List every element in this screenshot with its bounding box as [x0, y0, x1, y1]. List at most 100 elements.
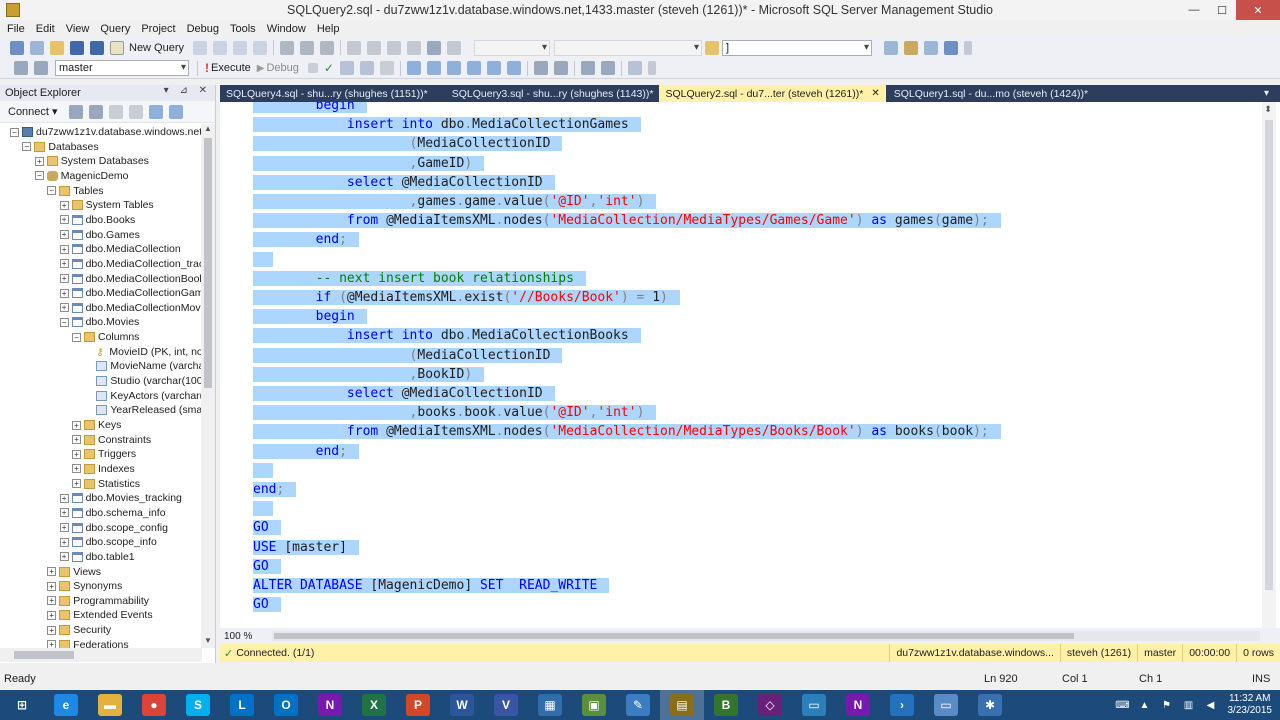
menu-edit[interactable]: Edit — [32, 23, 62, 35]
summary-icon[interactable] — [168, 104, 183, 119]
cancel-query-icon[interactable] — [307, 63, 318, 73]
maximize-button[interactable]: ☐ — [1208, 0, 1236, 20]
tab-sqlquery[interactable]: SQLQuery2.sql - du7...ter (steveh (1261)… — [659, 85, 886, 102]
tree-node[interactable]: − MagenicDemo — [34, 169, 129, 183]
mdx-query-icon[interactable] — [233, 40, 248, 55]
tree-node[interactable]: + dbo.scope_info — [59, 535, 157, 549]
properties-window-icon[interactable] — [944, 40, 959, 55]
menu-help[interactable]: Help — [313, 23, 347, 35]
tree-node[interactable]: − Columns — [72, 330, 139, 344]
tree-node[interactable]: + Keys — [72, 418, 121, 432]
tree-node[interactable]: MovieName (varcha — [84, 359, 202, 373]
tree-node[interactable]: + dbo.table1 — [59, 550, 135, 564]
taskbar-app-blue[interactable]: ▦ — [528, 690, 572, 720]
solution-platform-select[interactable] — [554, 39, 703, 56]
tree-node[interactable]: ⚷ MovieID (PK, int, not — [84, 345, 202, 359]
tree-node[interactable]: YearReleased (small — [84, 403, 202, 417]
tree-node[interactable]: + dbo.MediaCollectionMovi — [59, 301, 202, 315]
menu-view[interactable]: View — [62, 23, 97, 35]
save-all-icon[interactable] — [90, 40, 104, 55]
comment-lines-icon[interactable] — [533, 61, 548, 75]
taskbar-visio[interactable]: V — [484, 690, 528, 720]
tree-node[interactable]: + Views — [47, 565, 101, 579]
zoom-level-select[interactable]: 100 % — [224, 631, 270, 642]
object-explorer-horizontal-scrollbar[interactable] — [0, 648, 202, 662]
expand-icon[interactable]: + — [59, 288, 69, 298]
find-in-files-icon[interactable] — [705, 40, 720, 55]
split-editor-icon[interactable]: ⬍ — [1262, 104, 1274, 118]
stop-icon[interactable] — [108, 104, 123, 119]
taskbar-paint[interactable]: ✎ — [616, 690, 660, 720]
show-hidden-icons-icon[interactable]: ▲ — [1138, 698, 1152, 712]
client-statistics-icon[interactable] — [446, 61, 461, 75]
toolbar-options-icon[interactable] — [964, 40, 973, 55]
taskbar-ssms[interactable]: ▤ — [660, 690, 704, 720]
specify-template-values-icon[interactable] — [627, 61, 642, 75]
ssms-app-icon[interactable] — [6, 3, 20, 17]
tab-sqlquery[interactable]: SQLQuery4.sql - shu...ry (shughes (1151)… — [220, 85, 434, 102]
collapse-icon[interactable]: − — [10, 127, 19, 137]
collapse-icon[interactable]: − — [72, 332, 81, 342]
tree-node[interactable]: − Databases — [22, 140, 99, 154]
paste-icon[interactable] — [320, 40, 335, 55]
add-item-icon[interactable] — [30, 40, 44, 55]
tab-sqlquery[interactable]: SQLQuery3.sql - shu...ry (shughes (1143)… — [446, 85, 660, 102]
tree-node[interactable]: + Triggers — [72, 447, 136, 461]
registered-servers-icon[interactable] — [884, 40, 899, 55]
tree-node[interactable]: + dbo.MediaCollectionGam — [59, 286, 202, 300]
navigate-forward-icon[interactable] — [407, 40, 422, 55]
start-debug-icon[interactable] — [447, 40, 462, 55]
collapse-icon[interactable]: − — [34, 171, 44, 181]
dmx-query-icon[interactable] — [253, 40, 268, 55]
taskbar-excel[interactable]: X — [352, 690, 396, 720]
connect-dropdown[interactable]: Connect ▾ — [8, 105, 58, 118]
close-button[interactable]: ✕ — [1236, 0, 1280, 20]
taskbar-powerpoint[interactable]: P — [396, 690, 440, 720]
refresh-icon[interactable] — [148, 104, 163, 119]
copy-icon[interactable] — [300, 40, 315, 55]
expand-icon[interactable]: + — [59, 274, 69, 283]
redo-icon[interactable] — [367, 40, 382, 55]
tree-node[interactable]: + dbo.Movies_tracking — [59, 491, 182, 505]
taskbar-project[interactable]: B — [704, 690, 748, 720]
taskbar-onenote[interactable]: N — [308, 690, 352, 720]
taskbar-skype[interactable]: S — [176, 690, 220, 720]
tree-node[interactable]: − du7zww1z1v.database.windows.net,14 — [10, 125, 202, 139]
expand-icon[interactable]: + — [47, 625, 57, 635]
disconnect-icon[interactable] — [88, 104, 103, 119]
tree-node[interactable]: − Tables — [47, 184, 104, 198]
tree-node[interactable]: + dbo.Games — [59, 228, 140, 242]
expand-icon[interactable]: + — [72, 449, 81, 459]
volume-icon[interactable]: ◀ — [1204, 698, 1218, 712]
tree-node[interactable]: + System Tables — [59, 198, 154, 212]
new-query-icon[interactable] — [110, 40, 124, 55]
taskbar-word[interactable]: W — [440, 690, 484, 720]
expand-icon[interactable]: + — [59, 523, 69, 533]
tree-node[interactable]: + Programmability — [47, 594, 149, 608]
expand-icon[interactable]: + — [47, 581, 57, 591]
tree-node[interactable]: + Federations — [47, 638, 129, 648]
menu-project[interactable]: Project — [137, 23, 182, 35]
expand-icon[interactable]: + — [72, 479, 81, 489]
tree-node[interactable]: + Constraints — [72, 433, 151, 447]
execute-button[interactable]: Execute — [211, 62, 251, 74]
expand-icon[interactable]: + — [59, 303, 69, 313]
scroll-down-arrow-icon[interactable]: ▼ — [201, 636, 215, 648]
expand-icon[interactable]: + — [59, 259, 69, 269]
cut-icon[interactable] — [280, 40, 295, 55]
expand-icon[interactable]: + — [47, 640, 57, 648]
change-connection-icon[interactable] — [34, 61, 48, 75]
taskbar-clock[interactable]: 11:32 AM 3/23/2015 — [1228, 693, 1273, 717]
connect-icon[interactable] — [14, 61, 28, 75]
expand-icon[interactable]: + — [59, 230, 69, 240]
toolbar-options-icon[interactable] — [647, 61, 656, 75]
scroll-thumb[interactable] — [274, 633, 1074, 639]
query-editor[interactable]: begin insert into dbo.MediaCollectionGam… — [220, 102, 1280, 628]
editor-horizontal-scrollbar[interactable] — [272, 631, 1260, 641]
tree-node[interactable]: + dbo.MediaCollection — [59, 242, 181, 256]
tree-node[interactable]: + dbo.MediaCollectionBook — [59, 272, 202, 286]
expand-icon[interactable]: + — [59, 537, 69, 547]
expand-icon[interactable]: + — [59, 508, 69, 518]
tree-node[interactable]: KeyActors (varchar(r — [84, 389, 202, 403]
results-to-grid-icon[interactable] — [486, 61, 501, 75]
